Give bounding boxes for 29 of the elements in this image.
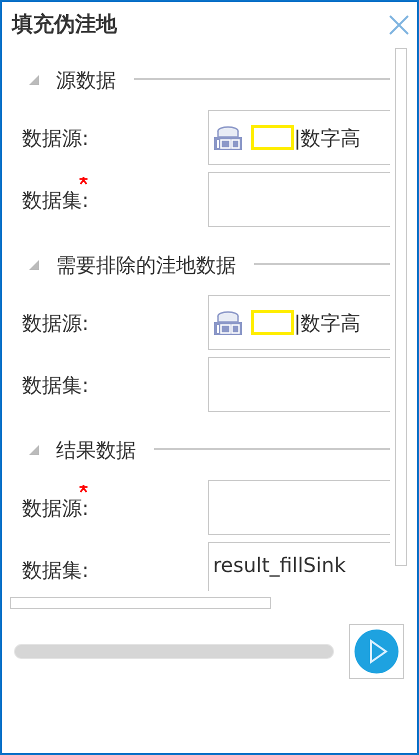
expanded-triangle-icon[interactable] [29,75,39,85]
close-button[interactable] [387,13,411,37]
dataset-name: result_fillSink [213,555,346,575]
field-label: 数据源: [22,124,89,152]
field-label: 数据源: [22,494,89,522]
expanded-triangle-icon[interactable] [29,260,39,270]
expanded-triangle-icon[interactable] [29,445,39,455]
field-label: 数据集: [22,186,89,214]
horizontal-scrollbar[interactable] [10,597,271,609]
datasource-dropdown[interactable]: |数字高 [208,295,390,350]
dataset-field[interactable] [208,357,390,412]
highlight-frame [251,125,294,150]
section-title: 需要排除的洼地数据 [56,252,236,279]
highlight-frame [251,310,294,335]
datasource-dropdown[interactable] [208,480,390,535]
run-button[interactable] [349,624,404,679]
datasource-name: |数字高 [294,124,361,152]
datasource-name: |数字高 [294,310,361,337]
dataset-field[interactable] [208,172,390,227]
image-datasource-icon [213,310,243,336]
scrollbar-thumb[interactable] [395,48,407,566]
section-title: 结果数据 [56,437,136,464]
section-title: 源数据 [56,67,116,94]
field-label: 数据源: [22,310,89,336]
image-datasource-icon [213,124,243,150]
datasource-dropdown[interactable]: |数字高 [208,110,390,165]
window-title: 填充伪洼地 [12,11,117,38]
field-label: 数据集: [22,556,89,584]
field-label: 数据集: [22,372,89,398]
